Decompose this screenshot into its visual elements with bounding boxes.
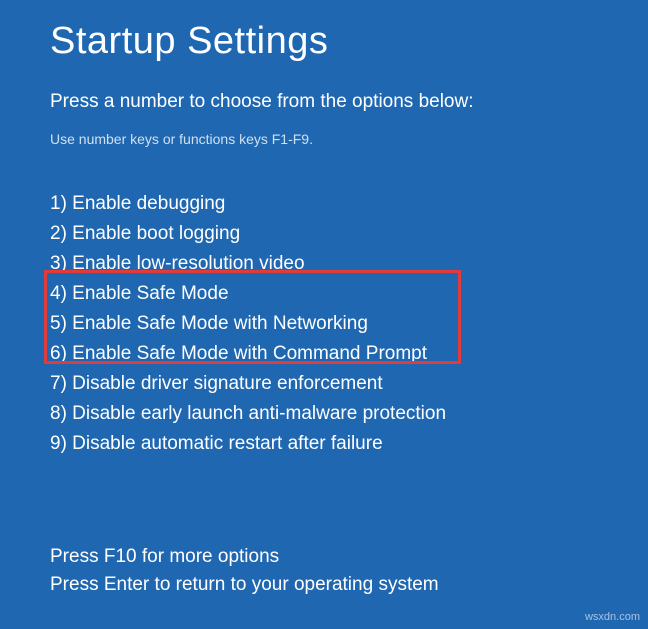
subtitle-text: Press a number to choose from the option… xyxy=(50,91,598,113)
options-list: 1) Enable debugging 2) Enable boot loggi… xyxy=(50,189,598,459)
footer-more-options: Press F10 for more options xyxy=(50,543,439,571)
option-2[interactable]: 2) Enable boot logging xyxy=(50,219,598,249)
option-1[interactable]: 1) Enable debugging xyxy=(50,189,598,219)
hint-text: Use number keys or functions keys F1-F9. xyxy=(50,131,598,147)
option-7[interactable]: 7) Disable driver signature enforcement xyxy=(50,369,598,399)
option-3[interactable]: 3) Enable low-resolution video xyxy=(50,249,598,279)
option-4[interactable]: 4) Enable Safe Mode xyxy=(50,279,598,309)
option-6[interactable]: 6) Enable Safe Mode with Command Prompt xyxy=(50,339,598,369)
footer-section: Press F10 for more options Press Enter t… xyxy=(50,543,439,599)
page-title: Startup Settings xyxy=(50,20,598,63)
footer-return: Press Enter to return to your operating … xyxy=(50,571,439,599)
watermark-text: wsxdn.com xyxy=(585,611,640,623)
option-5[interactable]: 5) Enable Safe Mode with Networking xyxy=(50,309,598,339)
option-9[interactable]: 9) Disable automatic restart after failu… xyxy=(50,429,598,459)
option-8[interactable]: 8) Disable early launch anti-malware pro… xyxy=(50,399,598,429)
